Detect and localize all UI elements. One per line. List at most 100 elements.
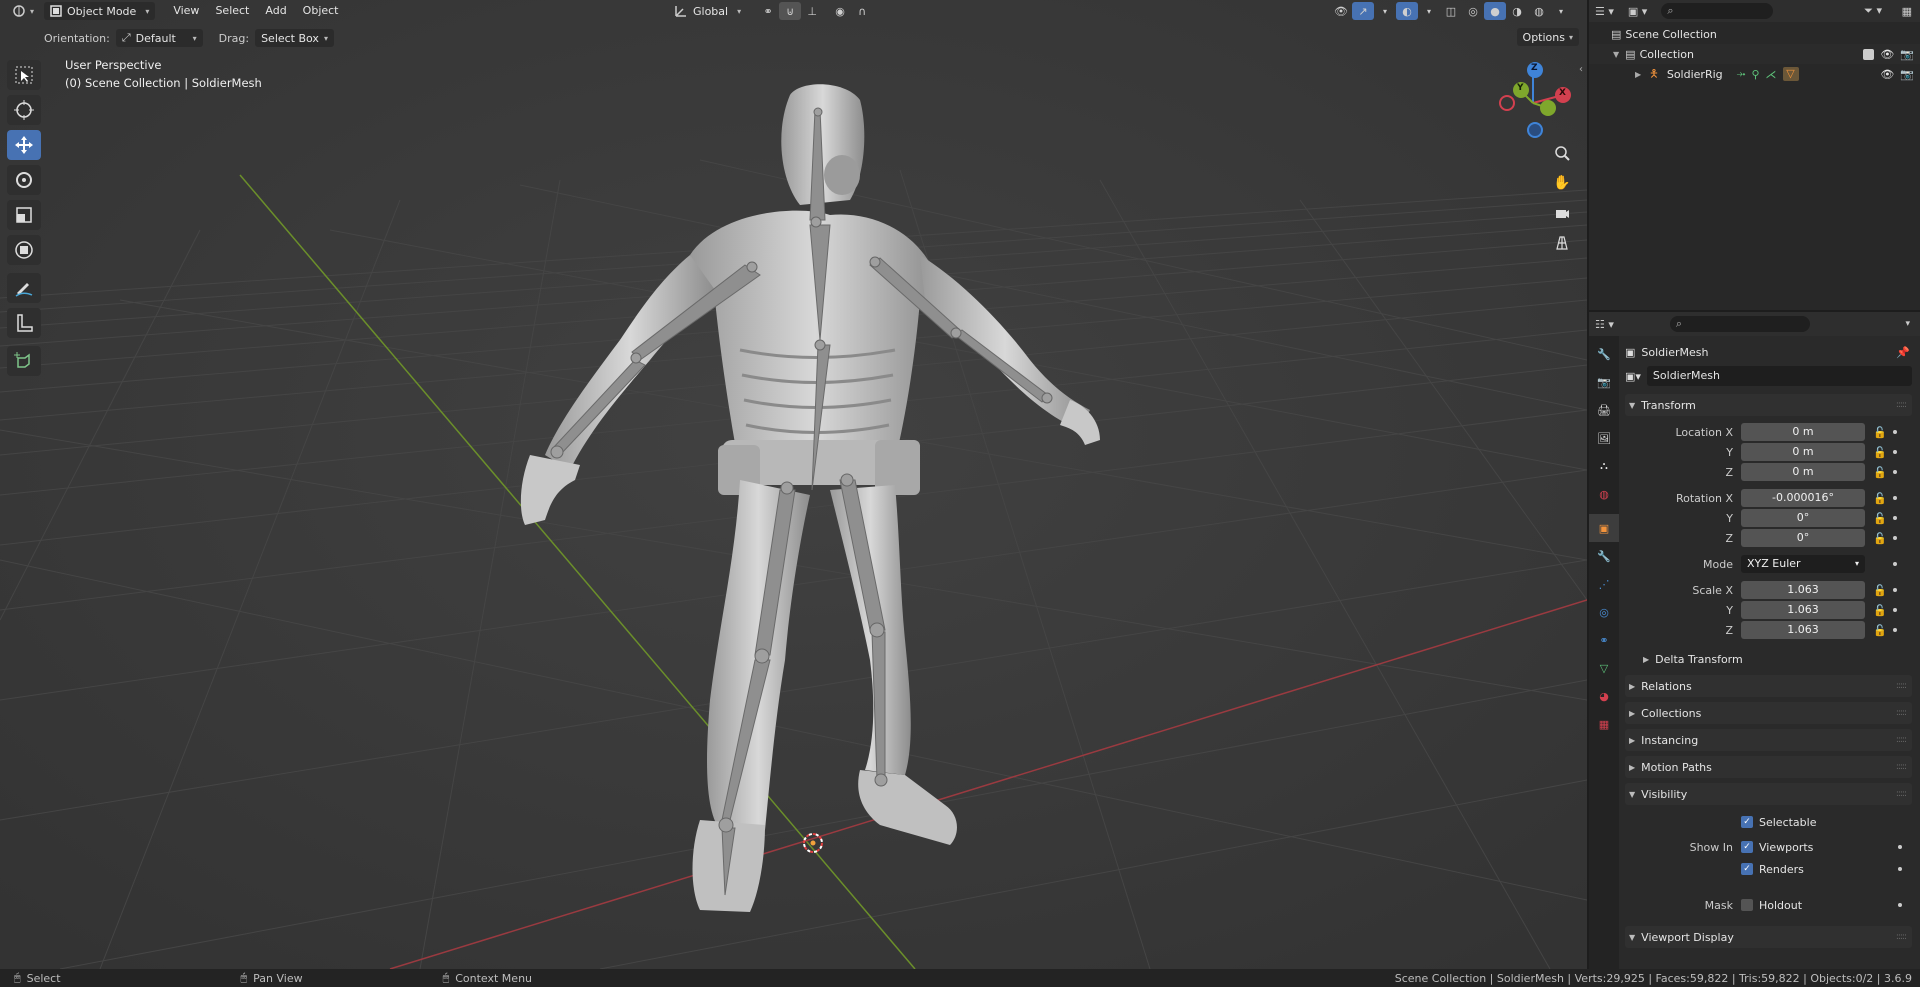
gizmo-z-label[interactable]: Z [1531, 63, 1538, 73]
measure-tool[interactable] [7, 308, 41, 338]
relations-panel-header[interactable]: ▶ Relations ::::: [1625, 675, 1912, 697]
scale-tool[interactable] [7, 200, 41, 230]
exclude-checkbox[interactable] [1863, 48, 1875, 60]
outliner-row-soldierrig[interactable]: ▶ 🯅 SoldierRig ⤞ ⚲ ⋌ ▽ 👁 📷 [1589, 64, 1920, 84]
gizmo-dropdown-icon[interactable]: ▾ [1374, 2, 1396, 20]
mode-dropdown[interactable]: Object Mode ▾ [44, 2, 156, 20]
keyframe-dot-icon[interactable] [1893, 628, 1897, 632]
new-collection-icon[interactable]: ▦ [1902, 5, 1912, 18]
holdout-checkbox[interactable] [1741, 899, 1753, 911]
keyframe-dot-icon[interactable] [1893, 536, 1897, 540]
selectable-checkbox[interactable]: ✓ [1741, 816, 1753, 828]
drag-grip-icon[interactable]: ::::: [1896, 708, 1907, 718]
snap-icon[interactable]: ⊍ [779, 2, 802, 20]
scene-tab-icon[interactable]: ⛬ [1589, 452, 1619, 480]
constraints-tab-icon[interactable]: ⚭ [1589, 626, 1619, 654]
drag-grip-icon[interactable]: ::::: [1896, 735, 1907, 745]
orientation-setting-dropdown[interactable]: ⤢ Default ▾ [115, 29, 203, 47]
transform-panel-header[interactable]: ▼ Transform ::::: [1625, 394, 1912, 416]
datablock-type-icon[interactable]: ▣▾ [1625, 370, 1641, 383]
rotate-tool[interactable] [7, 165, 41, 195]
overlays-toggle-icon[interactable]: ◐ [1396, 2, 1418, 20]
material-tab-icon[interactable]: ◕ [1589, 682, 1619, 710]
drag-grip-icon[interactable]: ::::: [1896, 789, 1907, 799]
lock-icon[interactable]: 🔓 [1873, 604, 1887, 617]
keyframe-dot-icon[interactable] [1893, 588, 1897, 592]
pin-icon[interactable]: 📌 [1896, 346, 1910, 359]
scale-z-field[interactable]: 1.063 [1741, 621, 1865, 639]
material-shading-icon[interactable]: ◑ [1506, 2, 1528, 20]
gizmo-x-label[interactable]: X [1559, 88, 1566, 98]
wireframe-shading-icon[interactable]: ◎ [1462, 2, 1484, 20]
keyframe-dot-icon[interactable] [1893, 562, 1897, 566]
solid-shading-icon[interactable]: ● [1484, 2, 1506, 20]
outliner-editor-icon[interactable]: ☰ ▾ [1595, 5, 1614, 18]
instancing-panel-header[interactable]: ▶ Instancing ::::: [1625, 729, 1912, 751]
annotate-tool[interactable] [7, 273, 41, 303]
rendered-shading-icon[interactable]: ◍ [1528, 2, 1550, 20]
scale-y-field[interactable]: 1.063 [1741, 601, 1865, 619]
menu-select[interactable]: Select [207, 1, 257, 21]
location-x-field[interactable]: 0 m [1741, 423, 1865, 441]
move-tool[interactable] [7, 130, 41, 160]
rotation-x-field[interactable]: -0.000016° [1741, 489, 1865, 507]
select-tool[interactable] [7, 60, 41, 90]
lock-icon[interactable]: 🔓 [1873, 584, 1887, 597]
camera-view-icon[interactable] [1549, 200, 1575, 226]
keyframe-dot-icon[interactable] [1898, 903, 1902, 907]
modifier-tab-icon[interactable]: 🔧 [1589, 542, 1619, 570]
location-z-field[interactable]: 0 m [1741, 463, 1865, 481]
filter-icon[interactable]: ⏷ ▾ [1864, 4, 1882, 18]
properties-search-input[interactable]: ⌕ [1669, 316, 1810, 332]
3d-viewport[interactable]: X Y Z ▾ Object Mode ▾ View Select Add Ob… [0, 0, 1587, 969]
lock-icon[interactable]: 🔓 [1873, 492, 1887, 505]
keyframe-dot-icon[interactable] [1898, 867, 1902, 871]
render-tab-icon[interactable]: 📷 [1589, 368, 1619, 396]
texture-tab-icon[interactable]: ▦ [1589, 710, 1619, 738]
keyframe-dot-icon[interactable] [1893, 450, 1897, 454]
falloff-icon[interactable]: ∩ [851, 2, 873, 20]
viewports-checkbox[interactable]: ✓ [1741, 841, 1753, 853]
sidebar-expand-icon[interactable]: ‹ [1579, 64, 1583, 75]
lock-icon[interactable]: 🔓 [1873, 512, 1887, 525]
properties-editor-icon[interactable]: ☷ ▾ [1595, 318, 1614, 331]
lock-icon[interactable]: 🔓 [1873, 446, 1887, 459]
object-tab-icon[interactable]: ▣ [1589, 514, 1619, 542]
motion-paths-panel-header[interactable]: ▶ Motion Paths ::::: [1625, 756, 1912, 778]
tool-tab-icon[interactable]: 🔧 [1589, 340, 1619, 368]
scale-x-field[interactable]: 1.063 [1741, 581, 1865, 599]
keyframe-dot-icon[interactable] [1893, 470, 1897, 474]
editor-type-button[interactable]: ▾ [8, 1, 38, 21]
pan-hand-icon[interactable]: ✋ [1549, 170, 1575, 196]
physics-tab-icon[interactable]: ◎ [1589, 598, 1619, 626]
visibility-panel-header[interactable]: ▼ Visibility ::::: [1625, 783, 1912, 805]
output-tab-icon[interactable]: 🖨 [1589, 396, 1619, 424]
menu-view[interactable]: View [165, 1, 207, 21]
visibility-icon[interactable]: 👁 [1330, 2, 1352, 20]
drag-grip-icon[interactable]: ::::: [1896, 400, 1907, 410]
render-camera-icon[interactable]: 📷 [1900, 68, 1914, 81]
delta-transform-header[interactable]: ▶ Delta Transform [1625, 648, 1912, 670]
outliner-row-collection[interactable]: ▼ ▤ Collection 👁 📷 [1589, 44, 1920, 64]
expand-arrow-icon[interactable]: ▼ [1613, 50, 1619, 59]
proportional-edit-icon[interactable]: ◉ [829, 2, 851, 20]
outliner-search-input[interactable]: ⌕ [1661, 3, 1774, 19]
rotation-y-field[interactable]: 0° [1741, 509, 1865, 527]
view-layer-tab-icon[interactable]: 🖼 [1589, 424, 1619, 452]
xray-icon[interactable]: ◫ [1440, 2, 1462, 20]
overlays-dropdown-icon[interactable]: ▾ [1418, 2, 1440, 20]
drag-grip-icon[interactable]: ::::: [1896, 932, 1907, 942]
snap-target-icon[interactable]: ⊥ [801, 2, 823, 20]
lock-icon[interactable]: 🔓 [1873, 466, 1887, 479]
keyframe-dot-icon[interactable] [1893, 430, 1897, 434]
cursor-tool[interactable] [7, 95, 41, 125]
display-mode-icon[interactable]: ▣ ▾ [1628, 5, 1647, 18]
transform-tool[interactable] [7, 235, 41, 265]
lock-icon[interactable]: 🔓 [1873, 426, 1887, 439]
keyframe-dot-icon[interactable] [1898, 845, 1902, 849]
perspective-grid-icon[interactable] [1549, 230, 1575, 256]
options-dropdown[interactable]: Options ▾ [1516, 28, 1579, 46]
gizmo-y-label[interactable]: Y [1517, 83, 1524, 93]
eye-icon[interactable]: 👁 [1880, 68, 1894, 81]
data-tab-icon[interactable]: ▽ [1589, 654, 1619, 682]
